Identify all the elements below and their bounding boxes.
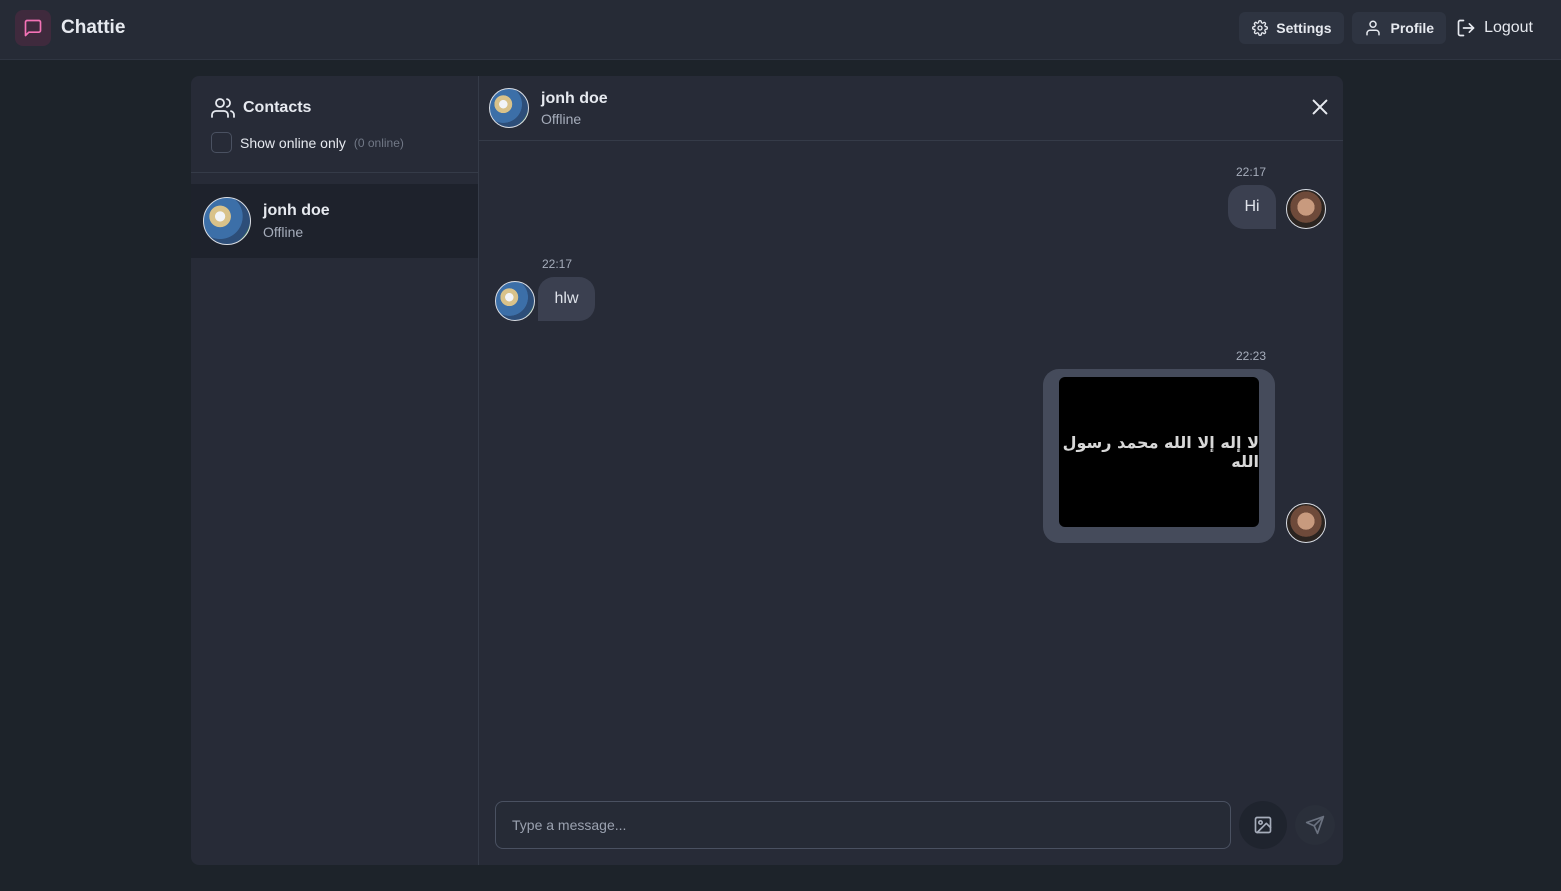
chat-header: jonh doe Offline: [479, 76, 1343, 141]
logout-icon: [1457, 19, 1475, 37]
contact-name: jonh doe: [263, 202, 330, 219]
brand-name: Chattie: [61, 17, 126, 38]
message-time: 22:17: [542, 257, 573, 271]
gear-icon: [1252, 20, 1269, 36]
message-bubble: Hi: [1228, 185, 1276, 229]
contact-item[interactable]: jonh doe Offline: [191, 184, 478, 258]
message-composer: [495, 801, 1335, 849]
chat-contact-name: jonh doe: [541, 90, 608, 107]
contact-info: jonh doe Offline: [263, 202, 330, 240]
close-chat-button[interactable]: [1309, 96, 1331, 118]
message-time: 22:23: [1236, 349, 1267, 363]
logout-label: Logout: [1484, 19, 1533, 36]
contact-status: Offline: [263, 224, 304, 240]
settings-label: Settings: [1276, 20, 1332, 36]
chat-contact-info: jonh doe Offline: [541, 90, 608, 127]
message-bubble: hlw: [538, 277, 595, 321]
settings-button[interactable]: Settings: [1239, 12, 1345, 44]
sidebar-header: Contacts Show online only (0 online): [191, 76, 478, 173]
chat-container: Contacts Show online only (0 online) jon…: [191, 76, 1343, 865]
profile-label: Profile: [1390, 20, 1435, 36]
image-calligraphy: لا إله إلا الله محمد رسول الله: [1062, 433, 1260, 471]
message-image[interactable]: لا إله إلا الله محمد رسول الله: [1059, 377, 1260, 527]
app-header: Chattie Settings Profile Logout: [0, 0, 1561, 60]
message-time: 22:17: [1236, 165, 1267, 179]
message-input[interactable]: [495, 801, 1231, 849]
chat-panel: jonh doe Offline 22:17 Hi 22:17 hlw 22:2…: [479, 76, 1343, 865]
header-nav: Settings Profile Logout: [1239, 12, 1533, 44]
send-icon: [1305, 815, 1325, 835]
user-icon: [1366, 20, 1381, 36]
show-online-checkbox[interactable]: [211, 132, 232, 153]
online-filter: Show online only (0 online): [211, 132, 458, 153]
image-icon: [1254, 816, 1272, 834]
profile-button[interactable]: Profile: [1352, 12, 1447, 44]
close-icon: [1312, 99, 1328, 115]
contact-avatar: [203, 197, 251, 245]
users-icon: [211, 98, 235, 118]
my-avatar: [1286, 189, 1326, 229]
show-online-label[interactable]: Show online only: [240, 135, 346, 151]
contact-message-avatar: [495, 281, 535, 321]
message-square-icon: [15, 10, 51, 46]
my-avatar: [1286, 503, 1326, 543]
online-count: (0 online): [353, 135, 404, 150]
contacts-sidebar: Contacts Show online only (0 online) jon…: [191, 76, 479, 865]
brand-link[interactable]: Chattie: [15, 10, 125, 46]
chat-contact-avatar: [489, 88, 529, 128]
chat-contact-status: Offline: [541, 111, 582, 127]
logout-button[interactable]: Logout: [1446, 12, 1533, 44]
attach-image-button[interactable]: [1239, 801, 1287, 849]
contacts-title-label: Contacts: [243, 99, 312, 116]
image-message-bubble: لا إله إلا الله محمد رسول الله: [1043, 369, 1275, 543]
contacts-title: Contacts: [211, 96, 458, 120]
send-button[interactable]: [1295, 805, 1335, 845]
